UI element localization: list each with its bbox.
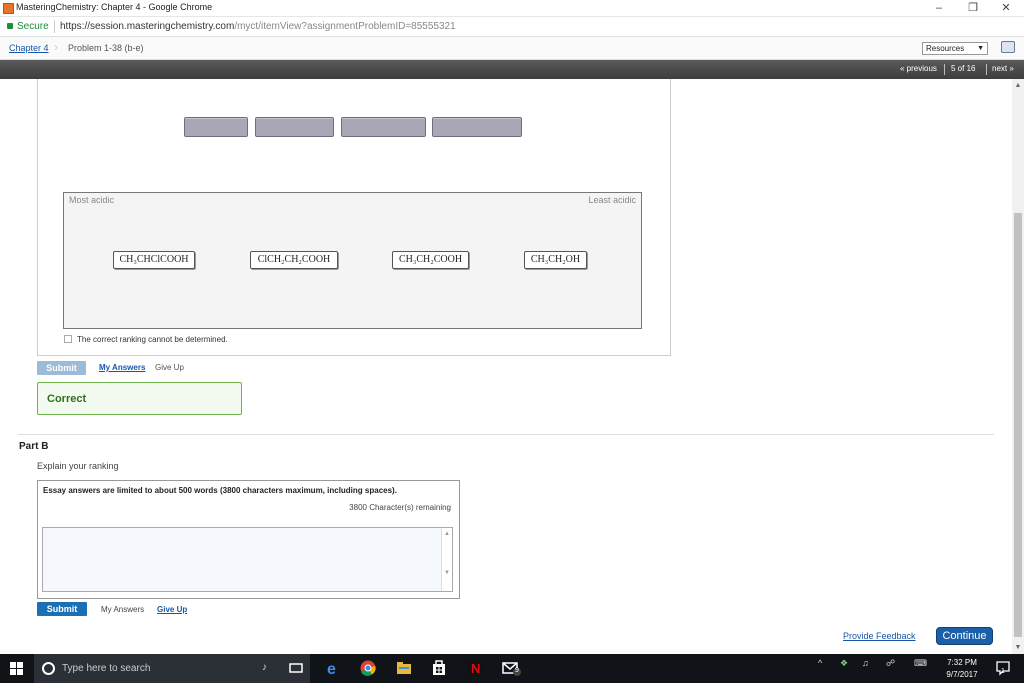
mail-badge: 9: [515, 667, 519, 674]
compound-chip[interactable]: CH₃CH₂OH: [524, 251, 587, 269]
netflix-icon[interactable]: N: [467, 660, 483, 676]
scroll-up-icon[interactable]: ▲: [442, 531, 452, 537]
taskbar-search-input[interactable]: Type here to search ♪: [34, 654, 310, 683]
compound-chip[interactable]: CH₃CH₂COOH: [392, 251, 469, 269]
keyboard-icon[interactable]: ⌨: [914, 658, 927, 669]
minimize-button[interactable]: –: [923, 0, 955, 17]
previous-link[interactable]: « previous: [900, 64, 937, 73]
section-divider: [18, 434, 994, 435]
part-b-title: Part B: [19, 441, 49, 452]
store-icon[interactable]: [431, 660, 447, 676]
compound-chip[interactable]: ClCH₂CH₂COOH: [250, 251, 338, 269]
problem-nav-strip: « previous 5 of 16 next »: [0, 60, 1024, 79]
search-placeholder: Type here to search: [62, 663, 151, 674]
part-b-submit-button[interactable]: Submit: [37, 602, 87, 616]
provide-feedback-link[interactable]: Provide Feedback: [843, 631, 916, 641]
windows-start-icon[interactable]: [10, 662, 23, 675]
essay-textarea[interactable]: [42, 527, 453, 592]
correct-feedback-box: Correct: [37, 382, 242, 415]
chrome-icon[interactable]: [360, 660, 376, 676]
most-acidic-label: Most acidic: [69, 195, 115, 205]
edge-browser-icon[interactable]: e: [325, 660, 341, 676]
taskbar-clock[interactable]: 7:32 PM 9/7/2017: [938, 657, 986, 681]
part-b-my-answers-link: My Answers: [101, 605, 145, 614]
mastering-favicon-icon: [3, 3, 14, 14]
nav-divider: [986, 64, 987, 75]
microphone-icon[interactable]: ♪: [262, 662, 267, 673]
window-title: MasteringChemistry: Chapter 4 - Google C…: [16, 2, 213, 12]
svg-text:N: N: [471, 661, 480, 676]
dropbox-icon[interactable]: ❖: [840, 658, 848, 669]
essay-limit-note: Essay answers are limited to about 500 w…: [43, 486, 397, 495]
address-bar[interactable]: Secure https://session.masteringchemistr…: [0, 17, 1024, 37]
resources-label: Resources: [926, 44, 965, 53]
ranking-slot-2[interactable]: [255, 117, 334, 137]
correct-feedback-text: Correct: [47, 393, 87, 405]
lock-icon: [7, 23, 13, 29]
least-acidic-label: Least acidic: [588, 195, 636, 205]
notification-count: 1: [1001, 668, 1005, 675]
cortana-icon: [42, 662, 55, 675]
url-text[interactable]: https://session.masteringchemistry.com/m…: [60, 21, 456, 32]
continue-button[interactable]: Continue: [936, 627, 993, 645]
restore-button[interactable]: ❐: [957, 0, 989, 17]
svg-text:e: e: [327, 661, 336, 676]
show-hidden-icons-icon[interactable]: ^: [818, 658, 822, 668]
next-link[interactable]: next »: [992, 64, 1014, 73]
part-a-submit-button[interactable]: Submit: [37, 361, 86, 375]
problem-position: 5 of 16: [951, 64, 976, 73]
breadcrumb-chapter-link[interactable]: Chapter 4: [9, 43, 49, 53]
secure-label: Secure: [17, 21, 49, 32]
cannot-determine-option[interactable]: The correct ranking cannot be determined…: [64, 335, 228, 344]
nav-divider: [944, 64, 945, 75]
address-divider: [54, 20, 55, 33]
part-b-give-up-link[interactable]: Give Up: [157, 605, 187, 614]
characters-remaining: 3800 Character(s) remaining: [349, 503, 451, 512]
part-a-give-up-link: Give Up: [155, 363, 184, 372]
ranking-slot-3[interactable]: [341, 117, 426, 137]
breadcrumb-problem: Problem 1-38 (b-e): [68, 43, 144, 53]
resources-select[interactable]: Resources ▼: [922, 42, 988, 55]
clock-date: 9/7/2017: [946, 670, 978, 679]
browser-title-bar: MasteringChemistry: Chapter 4 - Google C…: [0, 0, 1024, 17]
clock-time: 7:32 PM: [947, 658, 977, 667]
chevron-down-icon: ▼: [977, 45, 984, 52]
file-explorer-icon[interactable]: [396, 660, 412, 676]
breadcrumb-chevron-icon: ›: [54, 40, 58, 54]
textarea-scrollbar[interactable]: ▲ ▼: [441, 528, 452, 591]
ranking-slot-4[interactable]: [432, 117, 522, 137]
part-a-my-answers-link[interactable]: My Answers: [99, 363, 145, 372]
part-b-prompt: Explain your ranking: [37, 461, 119, 471]
task-view-icon[interactable]: [288, 660, 304, 676]
scrollbar-thumb[interactable]: [1014, 213, 1022, 637]
volume-icon[interactable]: ♫: [862, 658, 869, 668]
url-host: https://session.masteringchemistry.com: [60, 21, 235, 32]
network-icon[interactable]: ☍: [886, 658, 895, 669]
ranking-slot-1[interactable]: [184, 117, 248, 137]
scroll-down-icon[interactable]: ▼: [442, 570, 452, 576]
breadcrumb: Chapter 4 › Problem 1-38 (b-e) Resources…: [0, 37, 1024, 60]
scroll-down-icon[interactable]: ▼: [1012, 642, 1024, 654]
url-path: /myct/itemView?assignmentProblemID=85555…: [234, 21, 456, 32]
printer-icon[interactable]: [1001, 41, 1015, 53]
scroll-up-icon[interactable]: ▲: [1012, 80, 1024, 92]
compound-chip[interactable]: CH₃CHClCOOH: [113, 251, 195, 269]
close-button[interactable]: ✕: [990, 0, 1022, 17]
cannot-determine-checkbox[interactable]: [64, 335, 72, 343]
cannot-determine-label: The correct ranking cannot be determined…: [77, 335, 228, 344]
